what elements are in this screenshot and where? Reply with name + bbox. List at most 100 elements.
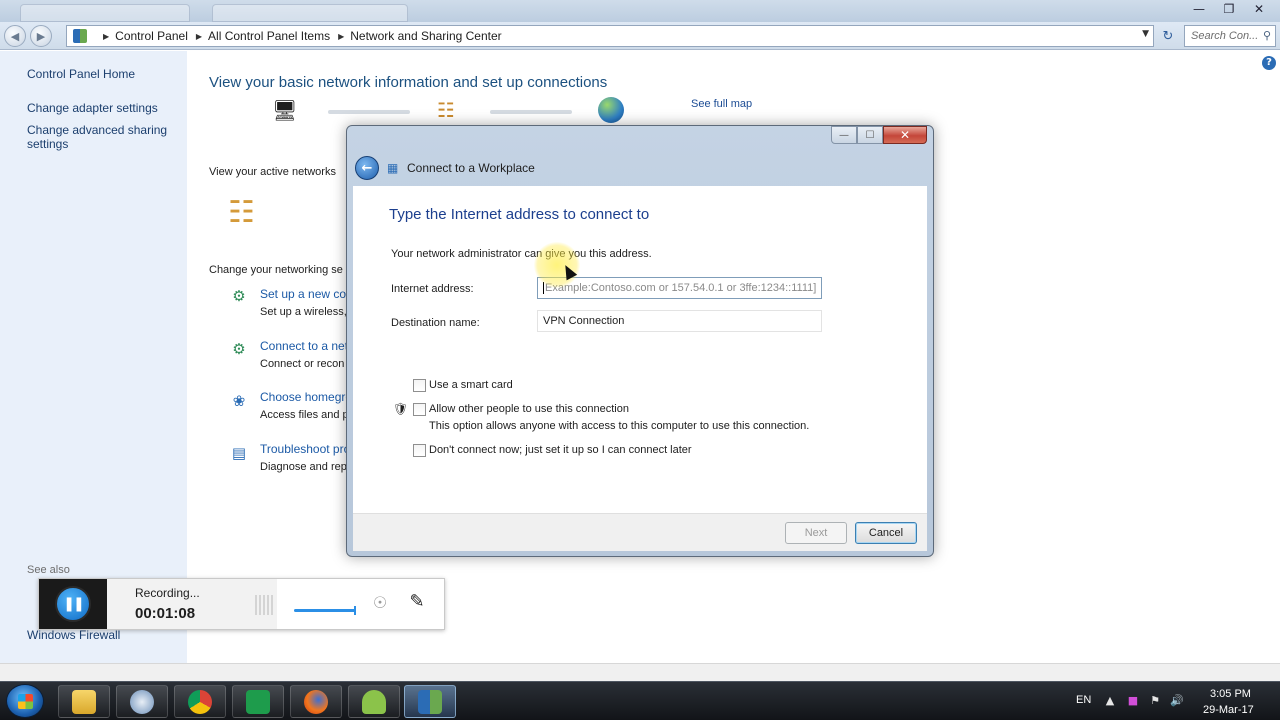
smart-card-checkbox[interactable] — [413, 379, 426, 392]
allow-others-checkbox[interactable] — [413, 403, 426, 416]
tray-time[interactable]: 3:05 PM — [1210, 688, 1251, 700]
dialog-maximize-button[interactable]: ☐ — [857, 126, 883, 144]
search-input[interactable]: Search Con... ⚲ — [1184, 25, 1276, 47]
destination-name-label: Destination name: — [391, 317, 480, 329]
audio-level-icon — [255, 595, 273, 615]
connect-network-icon: ⚙ — [232, 340, 246, 358]
spreadsheet-icon — [246, 689, 270, 714]
taskbar-explorer[interactable] — [58, 685, 110, 718]
back-button[interactable]: ◀ — [4, 25, 26, 47]
troubleshoot-icon: ▤ — [231, 444, 247, 462]
recording-widget: ❚❚ Recording... 00:01:08 ☉ ✎ — [38, 578, 445, 630]
pause-icon[interactable]: ❚❚ — [55, 586, 91, 622]
cancel-button[interactable]: Cancel — [855, 522, 917, 544]
speaker-icon[interactable]: 🔊 — [1170, 694, 1184, 708]
destination-name-value: VPN Connection — [543, 315, 625, 327]
taskbar-firefox[interactable] — [290, 685, 342, 718]
recording-status-label: Recording... — [135, 586, 200, 600]
language-indicator[interactable]: EN — [1076, 694, 1091, 706]
breadcrumb[interactable]: ▶ Control Panel ▶ All Control Panel Item… — [66, 25, 1154, 47]
pen-icon[interactable]: ✎ — [405, 591, 429, 615]
dialog-footer: Next Cancel — [353, 513, 927, 551]
chrome-icon — [188, 689, 212, 714]
control-panel-icon — [418, 689, 442, 714]
forward-button[interactable]: ▶ — [30, 25, 52, 47]
help-icon[interactable]: ? — [1262, 56, 1276, 70]
volume-slider[interactable] — [294, 606, 356, 615]
left-pane: Control Panel Home Change adapter settin… — [0, 51, 187, 663]
internet-address-label: Internet address: — [391, 283, 474, 295]
breadcrumb-all-items[interactable]: All Control Panel Items — [208, 29, 330, 43]
breadcrumb-control-panel[interactable]: Control Panel — [115, 29, 188, 43]
bench-network-icon: ☷ — [437, 98, 455, 122]
android-icon — [362, 689, 386, 714]
dialog-minimize-button[interactable]: — — [831, 126, 857, 144]
recorder-pause-area: ❚❚ — [39, 579, 107, 629]
restore-button[interactable]: ❐ — [1216, 0, 1242, 18]
status-bar — [0, 663, 1280, 681]
control-panel-home-link[interactable]: Control Panel Home — [27, 67, 135, 81]
change-settings-label: Change your networking se — [209, 264, 343, 276]
see-also-label: See also — [27, 564, 70, 576]
task-homegroup-link[interactable]: Choose homegro — [260, 390, 350, 404]
destination-name-input[interactable]: VPN Connection — [537, 310, 822, 332]
taskbar-mail[interactable] — [116, 685, 168, 718]
tray-expand-icon[interactable]: ▲ — [1103, 694, 1117, 708]
start-button[interactable] — [6, 684, 44, 718]
mail-icon — [130, 689, 154, 714]
close-button[interactable]: ✕ — [1246, 0, 1272, 18]
taskbar-spreadsheet[interactable] — [232, 685, 284, 718]
globe-icon — [598, 97, 624, 123]
chevron-right-icon[interactable]: ▶ — [196, 32, 202, 41]
address-bar: ◀ ▶ ▶ Control Panel ▶ All Control Panel … — [0, 22, 1280, 50]
dialog-body: Type the Internet address to connect to … — [353, 186, 927, 513]
setup-connection-icon: ⚙ — [232, 287, 246, 305]
search-placeholder: Search Con... — [1191, 30, 1259, 42]
webcam-icon[interactable]: ☉ — [369, 593, 391, 615]
allow-others-description: This option allows anyone with access to… — [429, 420, 810, 432]
search-icon[interactable]: ⚲ — [1263, 29, 1271, 42]
task-list-clip: Change your networking se ⚙ Set up a new… — [187, 51, 350, 663]
recording-timer: 00:01:08 — [135, 605, 196, 622]
internet-address-placeholder: Example:Contoso.com or 157.54.0.1 or 3ff… — [545, 282, 817, 294]
change-advanced-sharing-link[interactable]: Change advanced sharing settings — [27, 123, 177, 151]
task-setup-connection-link[interactable]: Set up a new conn — [260, 287, 350, 301]
folder-icon — [72, 689, 96, 714]
network-map-line — [490, 110, 572, 114]
chevron-down-icon[interactable]: ▼ — [1142, 29, 1149, 39]
change-adapter-settings-link[interactable]: Change adapter settings — [27, 101, 158, 115]
next-button[interactable]: Next — [785, 522, 847, 544]
minimize-button[interactable]: — — [1186, 0, 1212, 18]
internet-address-input[interactable]: Example:Contoso.com or 157.54.0.1 or 3ff… — [537, 277, 822, 299]
task-connect-network-link[interactable]: Connect to a netw — [260, 339, 350, 353]
dont-connect-label[interactable]: Don't connect now; just set it up so I c… — [429, 444, 692, 456]
flag-icon[interactable]: ⚑ — [1148, 694, 1162, 708]
task-homegroup-desc: Access files and p — [260, 409, 349, 421]
dialog-back-button[interactable]: ← — [355, 156, 379, 180]
see-full-map-link[interactable]: See full map — [691, 98, 752, 110]
task-troubleshoot-link[interactable]: Troubleshoot pro — [260, 442, 350, 456]
taskbar-chrome[interactable] — [174, 685, 226, 718]
dialog-title: Connect to a Workplace — [407, 161, 535, 175]
dialog-heading: Type the Internet address to connect to — [389, 206, 650, 223]
windows-firewall-link[interactable]: Windows Firewall — [27, 628, 120, 642]
control-panel-icon — [73, 29, 87, 43]
recorder-status: Recording... 00:01:08 — [107, 579, 277, 629]
background-tab[interactable] — [20, 4, 190, 22]
taskbar-control-panel[interactable] — [404, 685, 456, 718]
taskbar: EN ▲ ■ ⚑ 🔊 3:05 PM 29-Mar-17 — [0, 681, 1280, 720]
tray-app-icon[interactable]: ■ — [1126, 694, 1140, 708]
dont-connect-checkbox[interactable] — [413, 444, 426, 457]
breadcrumb-network-center[interactable]: Network and Sharing Center — [350, 29, 501, 43]
tray-date[interactable]: 29-Mar-17 — [1203, 704, 1254, 716]
homegroup-icon: ❀ — [232, 392, 246, 410]
taskbar-android[interactable] — [348, 685, 400, 718]
text-caret — [543, 282, 544, 295]
allow-others-label[interactable]: Allow other people to use this connectio… — [429, 403, 629, 415]
refresh-icon[interactable]: ↻ — [1158, 26, 1178, 46]
chevron-right-icon[interactable]: ▶ — [338, 32, 344, 41]
dialog-close-button[interactable]: ✕ — [883, 126, 927, 144]
chevron-right-icon[interactable]: ▶ — [103, 32, 109, 41]
smart-card-label[interactable]: Use a smart card — [429, 379, 513, 391]
background-tab[interactable] — [212, 4, 408, 22]
